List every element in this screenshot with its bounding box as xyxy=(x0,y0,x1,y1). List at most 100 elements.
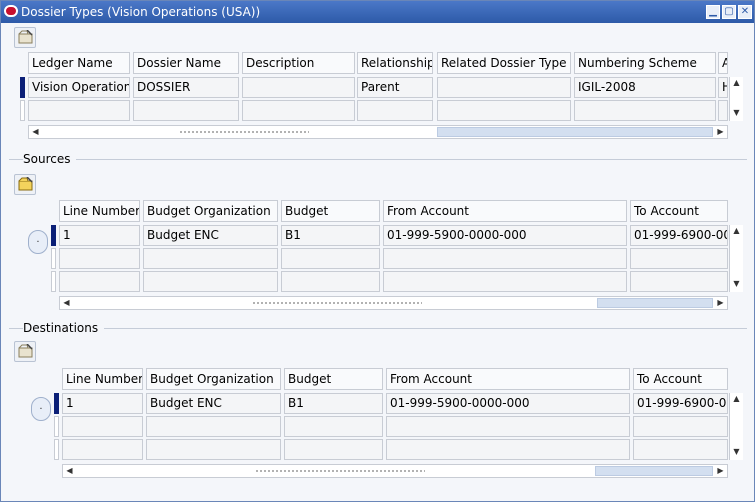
dst-col-budget: Budget xyxy=(284,368,383,390)
src-cell-line-number[interactable]: 1 xyxy=(59,225,140,246)
cell-empty[interactable] xyxy=(28,100,130,121)
scroll-left-icon[interactable]: ◀ xyxy=(63,465,76,477)
scroll-up-icon[interactable]: ▲ xyxy=(730,77,743,89)
scroll-up-icon[interactable]: ▲ xyxy=(730,393,743,405)
col-dossier-name: Dossier Name xyxy=(133,52,239,74)
row-indicator[interactable] xyxy=(20,100,25,121)
col-related-dossier-type: Related Dossier Type xyxy=(437,52,571,74)
dst-cell-budget-organization[interactable]: Budget ENC xyxy=(146,393,281,414)
cell-empty[interactable] xyxy=(633,416,728,437)
row-indicator[interactable] xyxy=(51,248,56,269)
title-bar[interactable]: Dossier Types (Vision Operations (USA)) … xyxy=(1,1,754,23)
cell-empty[interactable] xyxy=(143,248,278,269)
row-indicator-active[interactable] xyxy=(54,393,59,414)
scroll-right-icon[interactable]: ▶ xyxy=(714,126,727,138)
cell-more[interactable]: H xyxy=(718,77,728,98)
row-indicator[interactable] xyxy=(51,271,56,292)
scroll-grip xyxy=(252,301,422,305)
cell-empty[interactable] xyxy=(143,271,278,292)
scroll-grip xyxy=(255,469,425,473)
cell-empty[interactable] xyxy=(59,271,140,292)
cell-empty[interactable] xyxy=(718,100,728,121)
sources-label: Sources xyxy=(23,152,77,166)
cell-empty[interactable] xyxy=(133,100,239,121)
window-title: Dossier Types (Vision Operations (USA)) xyxy=(21,5,261,19)
src-cell-from-account[interactable]: 01-999-5900-0000-000 xyxy=(383,225,627,246)
scroll-right-icon[interactable]: ▶ xyxy=(714,297,727,309)
sources-hscroll[interactable]: ◀ ▶ xyxy=(59,296,728,310)
src-cell-to-account[interactable]: 01-999-6900-000 xyxy=(630,225,728,246)
scroll-right-icon[interactable]: ▶ xyxy=(714,465,727,477)
dst-cell-to-account[interactable]: 01-999-6900-000 xyxy=(633,393,728,414)
row-indicator-active[interactable] xyxy=(20,77,25,98)
cell-empty[interactable] xyxy=(383,248,627,269)
sources-row-selector[interactable]: . xyxy=(28,230,48,254)
cell-empty[interactable] xyxy=(386,439,630,460)
cell-empty[interactable] xyxy=(62,416,143,437)
src-col-from-account: From Account xyxy=(383,200,627,222)
scroll-down-icon[interactable]: ▼ xyxy=(730,107,743,119)
scroll-left-icon[interactable]: ◀ xyxy=(29,126,42,138)
cell-dossier-name[interactable]: DOSSIER xyxy=(133,77,239,98)
scroll-thumb[interactable] xyxy=(597,298,713,308)
destinations-folder-button[interactable] xyxy=(14,341,36,362)
cell-empty[interactable] xyxy=(386,416,630,437)
dst-col-from-account: From Account xyxy=(386,368,630,390)
scroll-down-icon[interactable]: ▼ xyxy=(730,278,743,290)
dossier-vscroll[interactable]: ▲ ▼ xyxy=(729,77,743,121)
dossier-types-window: Dossier Types (Vision Operations (USA)) … xyxy=(0,0,755,502)
src-cell-budget-organization[interactable]: Budget ENC xyxy=(143,225,278,246)
cell-empty[interactable] xyxy=(281,271,380,292)
folder-open-icon xyxy=(18,344,33,358)
cell-description[interactable] xyxy=(242,77,355,98)
dst-cell-budget[interactable]: B1 xyxy=(284,393,383,414)
col-numbering-scheme: Numbering Scheme xyxy=(574,52,716,74)
dst-col-line-number: Line Number xyxy=(62,368,143,390)
destinations-hscroll[interactable]: ◀ ▶ xyxy=(62,464,728,478)
src-col-budget-organization: Budget Organization xyxy=(143,200,278,222)
cell-empty[interactable] xyxy=(146,416,281,437)
cell-empty[interactable] xyxy=(437,100,571,121)
row-indicator[interactable] xyxy=(54,439,59,460)
row-indicator-active[interactable] xyxy=(51,225,56,246)
cell-empty[interactable] xyxy=(284,416,383,437)
dossier-folder-button[interactable] xyxy=(14,27,36,48)
oracle-logo-icon xyxy=(4,5,18,17)
scroll-up-icon[interactable]: ▲ xyxy=(730,225,743,237)
scroll-thumb[interactable] xyxy=(595,466,713,476)
scroll-down-icon[interactable]: ▼ xyxy=(730,446,743,458)
cell-ledger-name[interactable]: Vision Operations xyxy=(28,77,130,98)
cell-empty[interactable] xyxy=(574,100,716,121)
scroll-grip xyxy=(179,130,309,134)
close-button[interactable]: ✕ xyxy=(738,5,752,19)
scroll-left-icon[interactable]: ◀ xyxy=(60,297,73,309)
dst-cell-line-number[interactable]: 1 xyxy=(62,393,143,414)
cell-empty[interactable] xyxy=(383,271,627,292)
destinations-vscroll[interactable]: ▲ ▼ xyxy=(729,393,743,460)
cell-empty[interactable] xyxy=(281,248,380,269)
scroll-thumb[interactable] xyxy=(437,127,713,137)
cell-empty[interactable] xyxy=(59,248,140,269)
destinations-row-selector[interactable]: . xyxy=(31,397,51,421)
dst-col-to-account: To Account xyxy=(633,368,728,390)
cell-empty[interactable] xyxy=(630,248,728,269)
cell-empty[interactable] xyxy=(630,271,728,292)
src-cell-budget[interactable]: B1 xyxy=(281,225,380,246)
maximize-button[interactable]: ▢ xyxy=(722,5,736,19)
dst-cell-from-account[interactable]: 01-999-5900-0000-000 xyxy=(386,393,630,414)
cell-empty[interactable] xyxy=(146,439,281,460)
dossier-hscroll[interactable]: ◀ ▶ xyxy=(28,125,728,139)
cell-related-dossier-type[interactable] xyxy=(437,77,571,98)
cell-empty[interactable] xyxy=(62,439,143,460)
cell-numbering-scheme[interactable]: IGIL-2008 xyxy=(574,77,716,98)
row-indicator[interactable] xyxy=(54,416,59,437)
cell-empty[interactable] xyxy=(284,439,383,460)
cell-relationship[interactable]: Parent xyxy=(357,77,433,98)
minimize-button[interactable]: ▁ xyxy=(706,5,720,19)
sources-folder-button[interactable] xyxy=(14,174,36,195)
cell-empty[interactable] xyxy=(633,439,728,460)
cell-empty[interactable] xyxy=(357,100,433,121)
sources-divider xyxy=(9,159,747,160)
cell-empty[interactable] xyxy=(242,100,355,121)
sources-vscroll[interactable]: ▲ ▼ xyxy=(729,225,743,292)
